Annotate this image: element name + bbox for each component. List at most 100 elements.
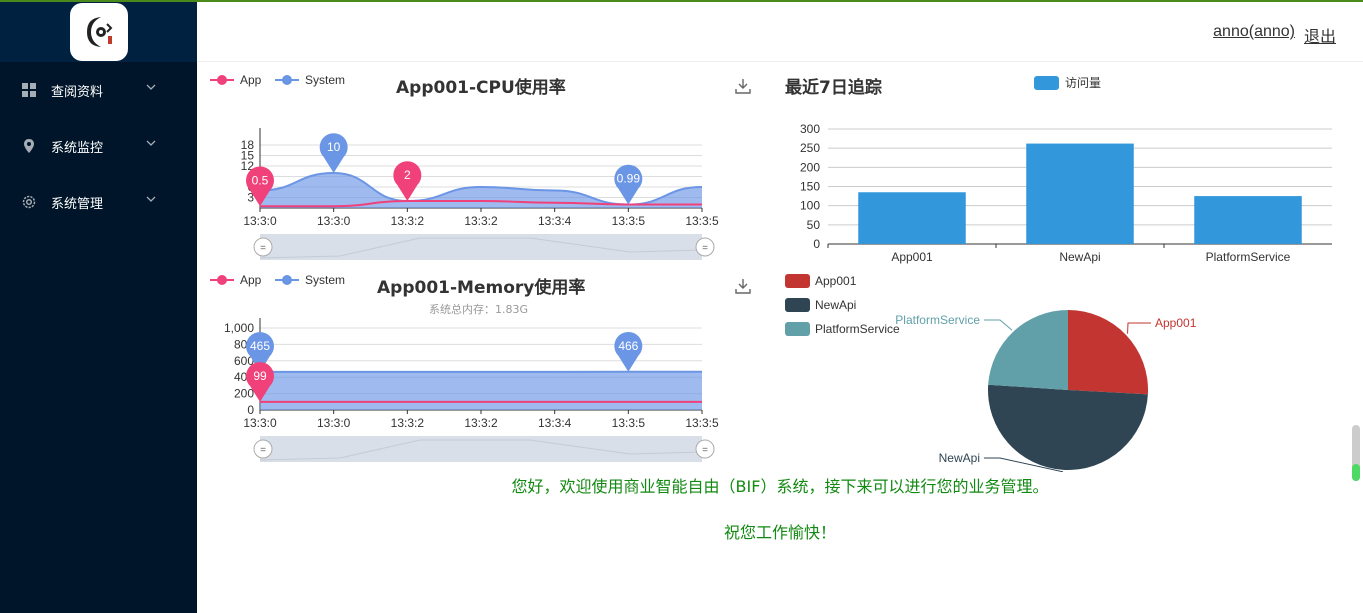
sidebar: 查阅资料 系统监控 系统管理 <box>0 2 197 613</box>
bar-chart: 0 50 100 150 200 250 300 App001 NewApi PlatformSe… <box>800 122 1332 264</box>
legend-visits[interactable]: 访问量 <box>1034 74 1101 91</box>
zoom-slider-handle-grip: = <box>702 243 708 254</box>
grid-icon <box>22 83 36 97</box>
app-logo[interactable] <box>69 3 128 61</box>
location-pin-icon <box>24 139 34 153</box>
y-tick-label: 100 <box>800 199 820 213</box>
y-tick-label: 0 <box>247 403 254 417</box>
y-tick-label: 18 <box>241 138 255 152</box>
legend-app[interactable]: App <box>210 73 261 87</box>
legend-marker <box>210 275 234 285</box>
download-icon[interactable] <box>734 77 752 95</box>
logo-area <box>0 2 197 62</box>
x-tick-label: 13:3:5 <box>612 416 646 430</box>
x-tick-label: PlatformService <box>1206 250 1291 264</box>
y-tick-label: 250 <box>800 141 820 155</box>
x-tick-label: 13:3:0 <box>243 416 277 430</box>
x-tick-label: 13:3:2 <box>391 214 425 228</box>
sidebar-item-label: 查阅资料 <box>51 85 104 100</box>
legend-label: App <box>240 273 262 287</box>
sidebar-item-monitor[interactable]: 系统监控 <box>0 118 197 174</box>
zoom-slider-handle-grip: = <box>260 243 266 254</box>
pie-slice <box>987 384 1148 471</box>
x-tick-label: 13:3:2 <box>391 416 425 430</box>
bar <box>1026 143 1134 244</box>
x-tick-label: 13:3:5 <box>685 416 719 430</box>
memory-chart-title: App001-Memory使用率 <box>377 278 586 298</box>
x-tick-label: 13:3:0 <box>317 214 351 228</box>
x-tick-label: App001 <box>891 250 933 264</box>
logo-icon <box>86 17 112 47</box>
marker-label: 99 <box>253 369 267 383</box>
welcome-wish: 祝您工作愉快！ <box>723 523 836 542</box>
marker-label: 0.5 <box>252 173 269 187</box>
x-tick-label: 13:3:2 <box>464 416 498 430</box>
legend-system[interactable]: System <box>275 73 345 87</box>
x-tick-label: 13:3:5 <box>612 214 646 228</box>
user-link[interactable]: anno(anno) <box>1213 23 1295 41</box>
sidebar-item-label: 系统监控 <box>51 141 104 156</box>
welcome-message: 您好，欢迎使用商业智能自由（BIF）系统，接下来可以进行您的业务管理。 <box>511 477 1049 496</box>
pie-chart: App001 NewApi PlatformService <box>895 310 1197 472</box>
zoom-slider-handle-grip: = <box>702 445 708 456</box>
legend-marker <box>275 275 299 285</box>
legend-system[interactable]: System <box>275 273 345 287</box>
pie-label: NewApi <box>939 451 980 465</box>
x-tick-label: 13:3:4 <box>538 416 572 430</box>
y-tick-label: 200 <box>800 160 820 174</box>
sidebar-item-label: 系统管理 <box>51 197 104 212</box>
y-tick-label: 200 <box>234 387 254 401</box>
bar <box>858 192 966 244</box>
y-tick-label: 1,000 <box>224 321 254 335</box>
x-tick-label: 13:3:0 <box>243 214 277 228</box>
sidebar-item-admin[interactable]: 系统管理 <box>0 174 197 230</box>
legend-marker <box>785 322 810 336</box>
pie-label: PlatformService <box>895 313 980 327</box>
chevron-down-icon <box>146 196 156 202</box>
x-tick-label: NewApi <box>1059 250 1100 264</box>
marker-label: 0.99 <box>617 172 641 186</box>
series-area-system <box>260 371 702 410</box>
legend-marker <box>785 274 810 288</box>
download-icon[interactable] <box>734 277 752 295</box>
x-tick-label: 13:3:4 <box>538 214 572 228</box>
legend-marker <box>210 75 234 85</box>
legend-label: NewApi <box>815 298 857 312</box>
chevron-down-icon <box>146 140 156 146</box>
legend-app[interactable]: App <box>210 273 261 287</box>
pie-label-line <box>984 319 1013 331</box>
legend-label: App001 <box>815 274 857 288</box>
y-tick-label: 0 <box>813 237 820 251</box>
legend-marker <box>1034 75 1059 90</box>
x-tick-label: 13:3:2 <box>464 214 498 228</box>
bar-chart-title: 最近7日追踪 <box>785 78 882 98</box>
pie-slice <box>988 310 1068 390</box>
x-tick-label: 13:3:5 <box>685 214 719 228</box>
cpu-chart-title: App001-CPU使用率 <box>396 78 566 98</box>
legend-label: System <box>305 73 346 87</box>
header: anno(anno) 退出 <box>197 2 1363 62</box>
marker-label: 10 <box>327 140 341 154</box>
marker-label: 465 <box>250 339 270 353</box>
gear-icon <box>22 195 36 209</box>
sidebar-item-docs[interactable]: 查阅资料 <box>0 62 197 118</box>
memory-chart: 02004006008001,00013:3:0 13:3:0 13:3:2 13:3… <box>224 318 719 462</box>
scrollbar-accent <box>1352 464 1360 481</box>
y-tick-label: 300 <box>800 122 820 136</box>
chevron-down-icon <box>146 84 156 90</box>
legend-app001[interactable]: App001 <box>785 274 856 288</box>
zoom-slider-handle-grip: = <box>260 445 266 456</box>
pie-label-line <box>1127 322 1151 334</box>
marker-label: 466 <box>618 339 638 353</box>
x-tick-label: 13:3:0 <box>317 416 351 430</box>
logout-link[interactable]: 退出 <box>1304 23 1336 47</box>
cpu-chart: 36912151813:3:013:3:013:3:213:3:213:3:41… <box>241 128 719 260</box>
y-tick-label: 150 <box>800 180 820 194</box>
pie-label: App001 <box>1155 316 1197 330</box>
legend-marker <box>785 298 810 312</box>
legend-label: 访问量 <box>1065 76 1102 90</box>
legend-label: System <box>305 273 346 287</box>
legend-newapi[interactable]: NewApi <box>785 298 856 312</box>
legend-label: App <box>240 73 262 87</box>
bar <box>1194 196 1302 244</box>
